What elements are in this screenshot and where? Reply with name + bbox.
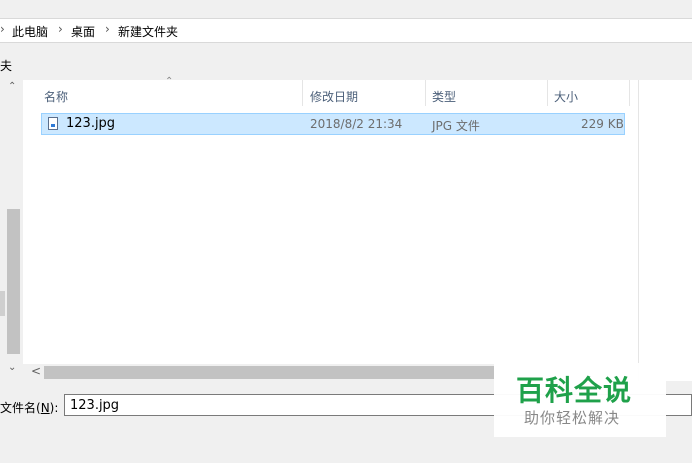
breadcrumb-item-new-folder[interactable]: 新建文件夹 xyxy=(118,23,178,40)
address-bar[interactable]: › 此电脑 › 桌面 › 新建文件夹 xyxy=(0,18,692,43)
breadcrumb-chevron-icon[interactable]: › xyxy=(105,22,110,36)
column-header-modified[interactable]: 修改日期 xyxy=(310,88,358,105)
list-right-area xyxy=(638,80,692,381)
file-size: 229 KB xyxy=(581,117,624,131)
column-divider[interactable] xyxy=(425,80,426,106)
filename-label-suffix: ): xyxy=(49,401,59,415)
watermark-title: 百科全说 xyxy=(516,374,633,407)
image-file-icon xyxy=(48,117,58,130)
column-divider[interactable] xyxy=(629,80,630,106)
file-name: 123.jpg xyxy=(66,116,116,131)
breadcrumb-chevron-icon[interactable]: › xyxy=(0,22,5,36)
breadcrumb-item-this-pc[interactable]: 此电脑 xyxy=(12,23,48,40)
filename-label-mnemonic: N xyxy=(40,401,50,415)
nav-pane-label[interactable]: 夫 xyxy=(0,57,12,74)
sort-ascending-icon: ⌃ xyxy=(165,76,174,87)
column-header-name[interactable]: 名称 xyxy=(44,88,68,105)
watermark: 百科全说 助你轻松解决 xyxy=(494,363,666,437)
filename-label-prefix: 文件名( xyxy=(0,401,41,415)
nav-pane-scroll-thumb[interactable] xyxy=(7,209,20,354)
column-divider[interactable] xyxy=(302,80,303,106)
column-header-size[interactable]: 大小 xyxy=(554,88,578,105)
file-row[interactable]: 123.jpg 2018/8/2 21:34 JPG 文件 229 KB xyxy=(41,113,625,135)
column-divider[interactable] xyxy=(547,80,548,106)
scroll-up-arrow-icon[interactable]: ⌃ xyxy=(8,81,16,92)
nav-pane-scroll-marker xyxy=(0,291,5,316)
file-modified: 2018/8/2 21:34 xyxy=(310,117,403,131)
filename-label: 文件名(N): xyxy=(0,399,58,416)
breadcrumb-chevron-icon[interactable]: › xyxy=(58,22,63,36)
scroll-down-arrow-icon[interactable]: ⌄ xyxy=(8,362,16,373)
scroll-left-arrow-icon[interactable]: < xyxy=(31,364,41,378)
breadcrumb-item-desktop[interactable]: 桌面 xyxy=(71,23,95,40)
column-header-type[interactable]: 类型 xyxy=(432,88,456,105)
horizontal-scroll-thumb[interactable] xyxy=(44,366,494,379)
watermark-subtitle: 助你轻松解决 xyxy=(524,409,621,427)
file-type: JPG 文件 xyxy=(432,119,480,133)
